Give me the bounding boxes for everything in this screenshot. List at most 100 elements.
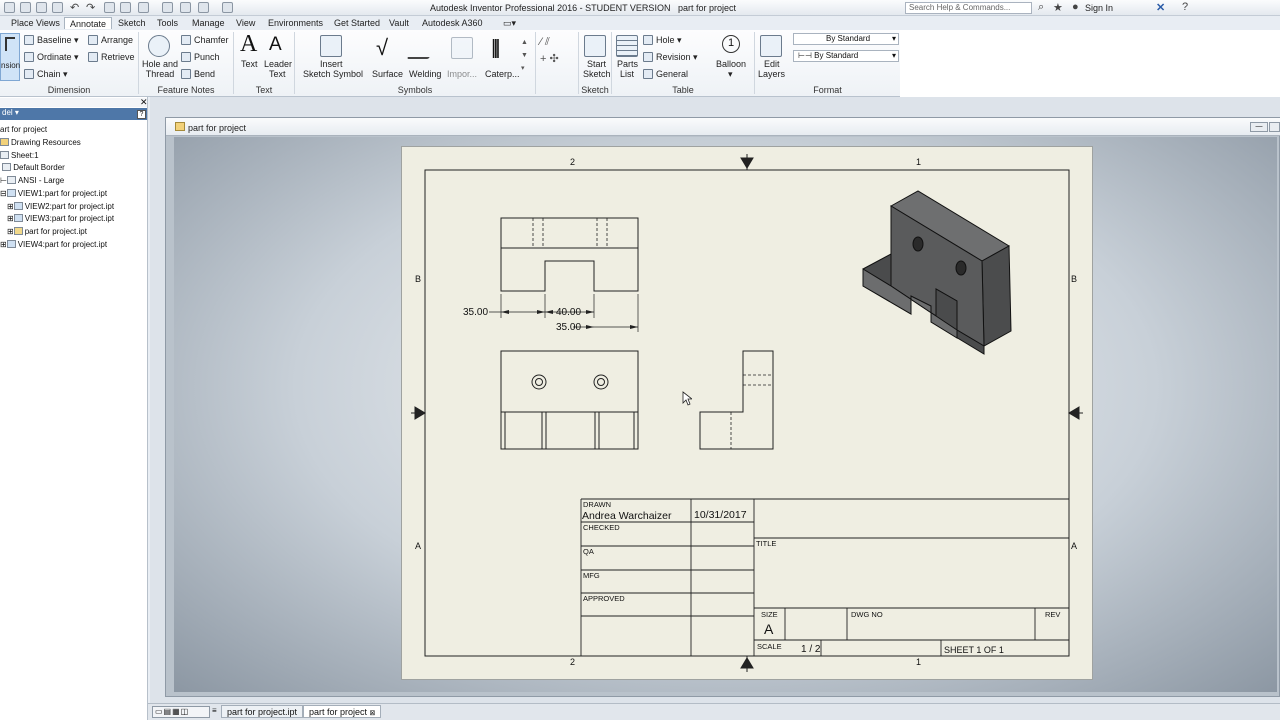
chain-button[interactable]: Chain ▾: [24, 69, 68, 79]
measure-icon[interactable]: [162, 2, 173, 13]
tab-scroll-icon[interactable]: ≡: [212, 706, 217, 715]
tab-part-document[interactable]: part for project.ipt: [221, 705, 304, 718]
new-icon[interactable]: [20, 2, 31, 13]
zone-col-label: 2: [570, 657, 576, 667]
zone-col-label: 1: [916, 657, 922, 667]
import-button[interactable]: Impor...: [445, 33, 479, 81]
drawing-view-icon: [13, 214, 23, 222]
print-icon[interactable]: [180, 2, 191, 13]
style-dropdown[interactable]: By Standard ▾: [793, 33, 899, 45]
ordinate-button[interactable]: Ordinate ▾: [24, 52, 79, 62]
close-browser-icon[interactable]: ✕: [140, 97, 148, 108]
tree-item-view1[interactable]: ⊟ VIEW1:part for project.ipt: [0, 189, 107, 199]
tree-item-drawing-resources[interactable]: Drawing Resources: [0, 138, 81, 148]
tree-item-view4[interactable]: ⊞ VIEW4:part for project.ipt: [0, 240, 107, 250]
update-icon[interactable]: [120, 2, 131, 13]
drawing-geometry: [411, 154, 1083, 672]
ordinate-icon: [24, 52, 34, 62]
window-arrange-icons[interactable]: ▭▤▦◫: [152, 706, 210, 718]
start-sketch-button[interactable]: Start Sketch: [582, 33, 611, 81]
baseline-icon: [24, 35, 34, 45]
restore-document-icon[interactable]: [1269, 122, 1280, 132]
revision-table-icon: [643, 52, 653, 62]
punch-icon: [181, 52, 191, 62]
tab-drawing-document[interactable]: part for project ⊠: [303, 705, 382, 718]
dimension-button[interactable]: nsion: [0, 33, 20, 81]
welding-button[interactable]: Welding: [406, 33, 442, 81]
tab-place-views[interactable]: Place Views: [6, 17, 65, 29]
tree-item-default-border[interactable]: Default Border: [0, 163, 65, 173]
tree-item-title-block[interactable]: ⊢ ANSI - Large: [0, 176, 64, 186]
search-options-icon[interactable]: ⌕: [1038, 1, 1044, 14]
browser-title-strip: [0, 98, 147, 107]
select-icon[interactable]: [138, 2, 149, 13]
tab-view[interactable]: View: [231, 17, 260, 29]
isometric-view: [862, 190, 1012, 355]
tab-annotate[interactable]: Annotate: [64, 17, 113, 29]
zone-row-label: B: [415, 274, 422, 284]
tab-vault[interactable]: Vault: [384, 17, 414, 29]
bend-icon: [181, 69, 191, 79]
bend-button[interactable]: Bend: [181, 69, 215, 79]
help-icon[interactable]: ?: [1182, 1, 1188, 13]
hole-and-thread-button[interactable]: Hole and Thread: [140, 33, 178, 81]
punch-button[interactable]: Punch: [181, 52, 220, 62]
edit-layers-button[interactable]: Edit Layers: [757, 33, 785, 81]
baseline-button[interactable]: Baseline ▾: [24, 35, 79, 45]
redo-icon[interactable]: ↷: [86, 1, 95, 14]
text-button[interactable]: A Text: [237, 31, 263, 81]
parts-list-button[interactable]: Parts List: [614, 33, 640, 81]
dimension-right[interactable]: 35.00: [556, 322, 581, 333]
close-tab-icon[interactable]: ⊠: [370, 710, 376, 717]
retrieve-button[interactable]: Retrieve: [88, 52, 135, 62]
tree-item-view2[interactable]: ⊞ VIEW2:part for project.ipt: [7, 202, 114, 212]
dimension-left[interactable]: 35.00: [463, 307, 488, 318]
tree-item-sheet[interactable]: Sheet:1: [0, 151, 39, 161]
tab-manage[interactable]: Manage: [187, 17, 230, 29]
tab-tools[interactable]: Tools: [152, 17, 183, 29]
tree-item-view3[interactable]: ⊞ VIEW3:part for project.ipt: [7, 214, 114, 224]
favorites-icon[interactable]: ★: [1053, 1, 1063, 14]
symbols-scroll-icon[interactable]: ▲ ▼ ▾: [521, 36, 528, 75]
caterpillar-icon: |||: [491, 37, 500, 59]
leader-text-button[interactable]: A Leader Text: [263, 33, 293, 81]
drawn-name: Andrea Warchaizer: [582, 510, 672, 522]
arrange-button[interactable]: Arrange: [88, 35, 133, 45]
chamfer-button[interactable]: Chamfer: [181, 35, 229, 45]
hole-table-button[interactable]: Hole ▾: [643, 35, 682, 45]
tree-item-part[interactable]: ⊞ part for project.ipt: [7, 227, 87, 237]
caterpillar-button[interactable]: ||| Caterp...: [483, 33, 520, 81]
tab-autodesk-a360[interactable]: Autodesk A360: [417, 17, 488, 29]
layer-dropdown[interactable]: ⊢⊣ By Standard ▾: [793, 50, 899, 62]
minimize-document-icon[interactable]: —: [1250, 122, 1268, 132]
open-icon[interactable]: [36, 2, 47, 13]
app-menu-icon[interactable]: [4, 2, 15, 13]
exchange-apps-icon[interactable]: ✕: [1156, 1, 1165, 14]
general-table-button[interactable]: General: [643, 69, 688, 79]
balloon-button[interactable]: 1 Balloon ▾: [712, 33, 750, 81]
folder-icon: [0, 138, 9, 146]
insert-sketch-symbol-button[interactable]: Insert Sketch Symbol: [300, 33, 364, 81]
tab-get-started[interactable]: Get Started: [329, 17, 385, 29]
tab-overflow-icon[interactable]: ▭▾: [498, 17, 521, 29]
appearance-icon[interactable]: [222, 2, 233, 13]
edit-layers-icon: [760, 35, 782, 57]
material-icon[interactable]: [198, 2, 209, 13]
save-icon[interactable]: [52, 2, 63, 13]
sign-in-button[interactable]: Sign In: [1085, 3, 1113, 13]
browser-help-icon[interactable]: ?: [137, 110, 146, 119]
zone-row-label: B: [1071, 274, 1078, 284]
centerline-tools-icon[interactable]: ⁄ ⫽ + ✣: [540, 34, 559, 68]
tree-item-document[interactable]: art for project: [0, 125, 47, 135]
dimension-middle[interactable]: 40.00: [556, 307, 581, 318]
surface-button[interactable]: √ Surface: [369, 33, 403, 81]
undo-icon[interactable]: ↶: [70, 1, 79, 14]
tab-sketch[interactable]: Sketch: [113, 17, 151, 29]
user-icon[interactable]: ●: [1072, 1, 1079, 13]
home-icon[interactable]: [104, 2, 115, 13]
browser-model-dropdown[interactable]: del ▾: [0, 108, 147, 120]
tab-environments[interactable]: Environments: [263, 17, 328, 29]
revision-table-button[interactable]: Revision ▾: [643, 52, 698, 62]
search-input[interactable]: Search Help & Commands...: [905, 2, 1032, 14]
qa-label: QA: [583, 547, 594, 556]
